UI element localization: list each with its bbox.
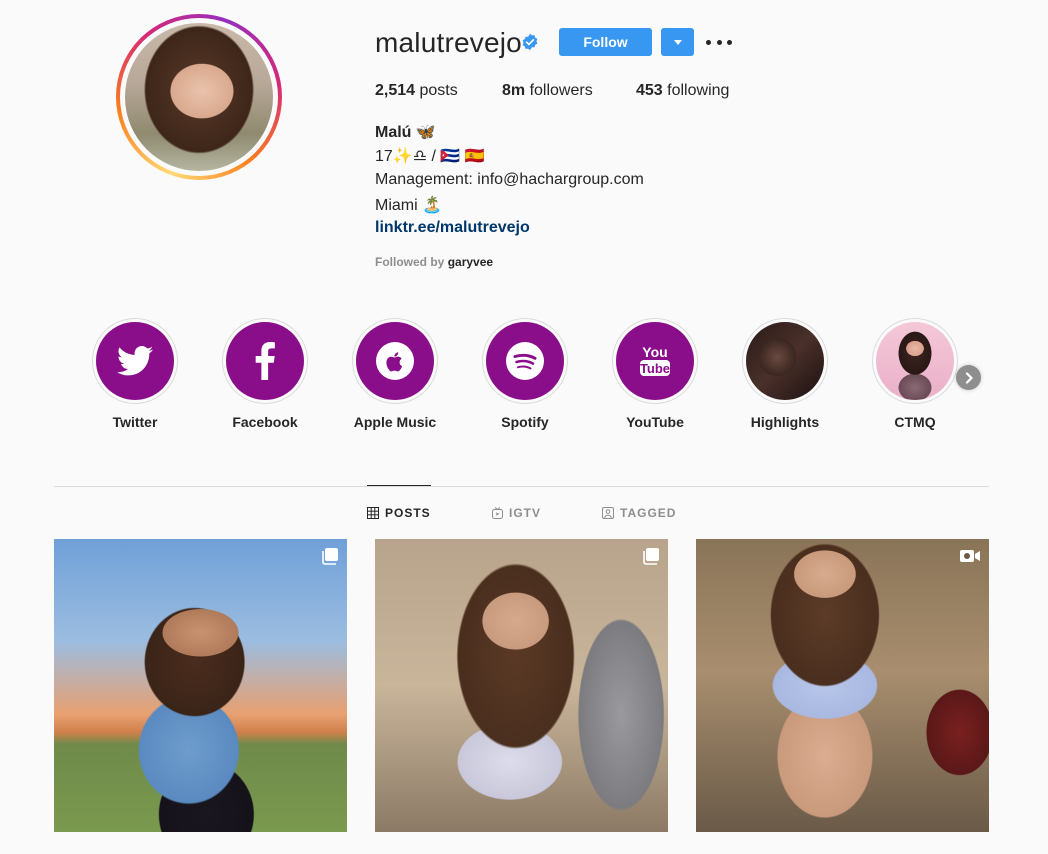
profile-username: malutrevejo [375,27,522,58]
followed-by-text[interactable]: Followed by garyvee [375,255,493,269]
bio-line: Miami 🏝️ [375,197,443,214]
highlight-label: Highlights [750,414,820,430]
svg-text:Tube: Tube [640,361,670,376]
youtube-icon: You Tube [640,344,670,376]
more-options-button[interactable] [706,34,732,50]
highlight-ctmq[interactable]: CTMQ [871,318,959,430]
post-thumbnail[interactable] [375,539,668,832]
followed-by-label: Followed by [375,255,445,269]
spotify-icon [506,342,544,380]
tab-label: IGTV [509,506,542,520]
instagram-profile-page: malutrevejo Follow 2,514 posts 8m follow… [0,0,1048,854]
bio-website-link[interactable]: linktr.ee/malutrevejo [375,219,530,237]
highlights-next-button[interactable] [956,365,981,390]
highlight-label: Spotify [501,414,549,430]
posts-count-stat: 2,514 posts [375,82,458,100]
igtv-icon [492,507,503,519]
posts-label: posts [419,82,458,99]
active-tab-indicator [367,485,431,486]
bio-line: 17✨♎ / 🇨🇺 🇪🇸 [375,148,485,165]
highlight-label: Apple Music [353,414,437,430]
grid-icon [367,507,379,519]
apple-icon [376,342,414,380]
following-stat[interactable]: 453 following [636,82,729,100]
highlight-youtube[interactable]: You Tube YouTube [611,318,699,430]
dot [727,39,732,45]
highlight-facebook[interactable]: Facebook [221,318,309,430]
carousel-icon [322,548,338,565]
highlight-highlights[interactable]: Highlights [741,318,829,430]
tab-tagged[interactable]: TAGGED [602,506,676,520]
tab-posts[interactable]: POSTS [367,506,431,520]
highlight-apple-music[interactable]: Apple Music [351,318,439,430]
section-divider [54,486,989,487]
video-icon [960,550,980,562]
carousel-icon [643,548,659,565]
posts-count: 2,514 [375,82,416,99]
caret-down-icon [673,39,682,45]
highlight-label: Facebook [232,414,298,430]
post-thumbnail[interactable] [54,539,347,832]
tab-igtv[interactable]: IGTV [492,506,541,520]
highlight-cover-photo [876,322,954,400]
highlight-cover-photo [746,322,824,400]
highlight-label: CTMQ [894,414,936,430]
dot [706,39,711,45]
suggested-accounts-dropdown-button[interactable] [661,28,694,56]
svg-text:You: You [642,344,667,360]
followers-count: 8m [502,82,526,99]
facebook-icon [255,342,275,380]
followers-stat[interactable]: 8m followers [502,82,593,100]
followed-by-username: garyvee [447,255,494,269]
verified-badge-icon [522,33,538,51]
followers-label: followers [529,82,593,99]
tagged-user-icon [602,507,614,519]
avatar[interactable] [125,23,273,171]
bio-line: Management: info@hachargroup.com [375,171,644,188]
tab-label: TAGGED [620,506,677,520]
chevron-right-icon [965,371,973,384]
highlight-twitter[interactable]: Twitter [91,318,179,430]
dot [716,39,722,45]
follow-button[interactable]: Follow [559,28,652,56]
profile-avatar-story-ring[interactable] [116,14,282,180]
highlight-spotify[interactable]: Spotify [481,318,569,430]
tab-label: POSTS [385,506,431,520]
twitter-icon [117,346,153,376]
highlight-label: YouTube [626,414,684,430]
bio-full-name: Malú 🦋 [375,124,436,141]
following-count: 453 [636,82,663,99]
following-label: following [667,82,730,99]
post-thumbnail[interactable] [696,539,989,832]
highlight-label: Twitter [112,414,158,430]
